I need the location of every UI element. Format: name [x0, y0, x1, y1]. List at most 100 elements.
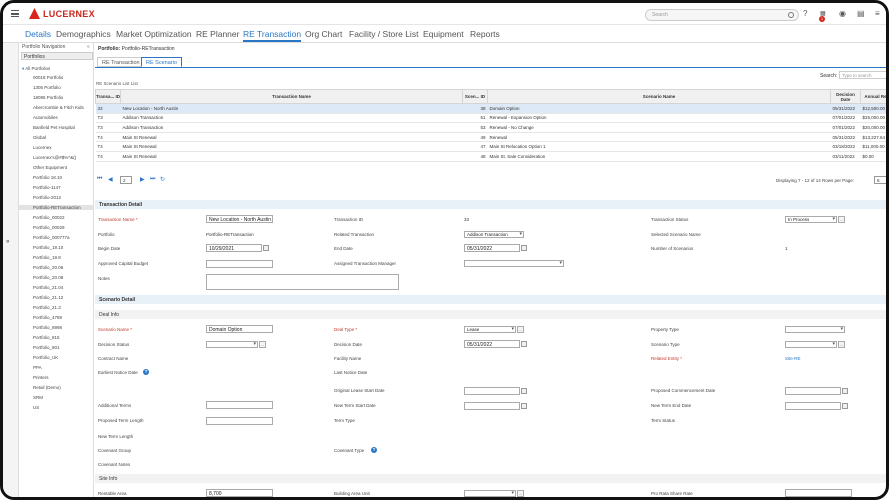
- begin-date-calendar-icon[interactable]: [263, 245, 269, 251]
- sidebar-item[interactable]: 00018 Portfolio: [33, 75, 63, 80]
- sidebar-item[interactable]: Portfolio_20.08: [33, 275, 63, 280]
- orig-lease-start-calendar-icon[interactable]: [521, 388, 527, 394]
- scenario-name-input[interactable]: Domain Option: [206, 325, 273, 333]
- end-date-input[interactable]: 05/31/2022: [464, 244, 520, 252]
- property-type-select[interactable]: [785, 326, 845, 333]
- assigned-manager-select[interactable]: [464, 260, 564, 267]
- decision-date-input[interactable]: 05/31/2022: [464, 340, 520, 348]
- covenant-type-help-icon[interactable]: ?: [371, 447, 377, 453]
- more-menu-icon[interactable]: ≡: [875, 10, 880, 18]
- end-date-calendar-icon[interactable]: [521, 245, 527, 251]
- collapse-icon[interactable]: «: [87, 44, 90, 50]
- rows-per-page-input[interactable]: 6: [874, 176, 886, 184]
- approved-budget-input[interactable]: [206, 260, 273, 268]
- transaction-status-select[interactable]: In Process: [785, 216, 837, 223]
- notes-textarea[interactable]: [206, 274, 399, 290]
- grid-column-header[interactable]: Transa... ID: [95, 89, 121, 104]
- sidebar-item[interactable]: Portfolio_8998: [33, 325, 62, 330]
- related-entity-link[interactable]: Site-RE: [785, 356, 801, 361]
- table-row[interactable]: 33 New Location - North Austin 38 Domain Op…: [95, 103, 886, 114]
- sidebar-item[interactable]: Other Equipment: [33, 165, 67, 170]
- earliest-notice-help-icon[interactable]: ?: [143, 369, 149, 375]
- nav-market-optimization[interactable]: Market Optimization: [116, 29, 192, 39]
- nav-facility-store-list[interactable]: Facility / Store List: [349, 29, 418, 39]
- help-icon[interactable]: ?: [803, 10, 807, 18]
- portfolio-selector[interactable]: Portfolios: [21, 52, 93, 60]
- sidebar-item[interactable]: Portfolio_20.06: [33, 265, 63, 270]
- sidebar-item[interactable]: Portfolio_4788: [33, 315, 62, 320]
- nav-re-transaction[interactable]: RE Transaction: [243, 29, 302, 42]
- first-page-icon[interactable]: ⏮: [97, 176, 102, 183]
- new-term-end-calendar-icon[interactable]: [842, 403, 848, 409]
- nav-equipment[interactable]: Equipment: [423, 29, 464, 39]
- rentable-area-input[interactable]: 8,700: [206, 489, 273, 497]
- deal-type-more-button[interactable]: …: [517, 326, 524, 333]
- nav-demographics[interactable]: Demographics: [56, 29, 111, 39]
- sidebar-item[interactable]: Portfolio_21.3: [33, 305, 61, 310]
- sidebar-item[interactable]: Portfolio-RETransaction: [19, 205, 93, 210]
- decision-status-more-button[interactable]: …: [259, 341, 266, 348]
- eye-icon[interactable]: ◉: [839, 10, 846, 18]
- nav-re-planner[interactable]: RE Planner: [196, 29, 239, 39]
- building-area-unit-more-button[interactable]: …: [517, 490, 524, 497]
- sidebar-item[interactable]: Portfolio_21.04: [33, 285, 63, 290]
- tree-root[interactable]: ▾ All Portfolios: [22, 66, 50, 72]
- nav-org-chart[interactable]: Org Chart: [305, 29, 342, 39]
- sidebar-item[interactable]: Portfolio_000777a: [33, 235, 70, 240]
- sidebar-item[interactable]: Banfield Pet Hospital: [33, 125, 75, 130]
- last-page-icon[interactable]: ⏭: [150, 176, 155, 183]
- table-row[interactable]: T3 Addison Transaction 53 Renewal - No Chan…: [95, 122, 886, 133]
- sidebar-item[interactable]: Portfolio 18.10: [33, 175, 62, 180]
- sidebar-item[interactable]: 1305 Portfolio: [33, 85, 61, 90]
- deal-type-select[interactable]: Lease: [464, 326, 516, 333]
- begin-date-input[interactable]: 10/29/2021: [206, 244, 262, 252]
- chart-icon[interactable]: ▤: [857, 10, 865, 18]
- prev-page-icon[interactable]: ◀: [108, 176, 113, 183]
- sidebar-item[interactable]: Abercrombie & Fitch Kids: [33, 105, 84, 110]
- sidebar-item[interactable]: 18085 Portfolio: [33, 95, 63, 100]
- menu-icon[interactable]: [11, 10, 19, 17]
- additional-terms-input[interactable]: [206, 401, 273, 409]
- expand-icon[interactable]: »: [6, 239, 9, 245]
- sidebar-item[interactable]: Portfolio_19.8: [33, 255, 61, 260]
- grid-column-header[interactable]: Scen... ID: [462, 89, 488, 104]
- scenario-type-more-button[interactable]: …: [838, 341, 845, 348]
- sidebar-item[interactable]: Printers: [33, 375, 49, 380]
- table-row[interactable]: T4 Main St Renewal 47 Main St Relocation Op…: [95, 141, 886, 152]
- sidebar-item[interactable]: Portfolio_UK: [33, 355, 58, 360]
- table-row[interactable]: T3 Addison Transaction 51 Renewal - Expansi…: [95, 113, 886, 124]
- nav-details[interactable]: Details: [25, 29, 51, 39]
- tree-expand-icon[interactable]: ▾: [22, 66, 24, 71]
- sidebar-item[interactable]: Retail (Demo): [33, 385, 61, 390]
- tab-re-transaction[interactable]: RE Transaction: [97, 57, 145, 67]
- new-term-start-calendar-icon[interactable]: [521, 403, 527, 409]
- proposed-term-length-input[interactable]: [206, 417, 273, 425]
- sidebar-item[interactable]: Global: [33, 135, 46, 140]
- pro-rata-input[interactable]: [785, 489, 852, 497]
- table-row[interactable]: T4 Main St Renewal 48 Main St. Sale Conside…: [95, 151, 886, 162]
- sidebar-item[interactable]: SRM: [33, 395, 43, 400]
- sidebar-item[interactable]: PPA: [33, 365, 42, 370]
- sidebar-item[interactable]: US: [33, 405, 39, 410]
- sidebar-item[interactable]: Automobiles: [33, 115, 58, 120]
- transaction-status-more-button[interactable]: …: [838, 216, 845, 223]
- new-term-end-input[interactable]: [785, 402, 841, 410]
- sidebar-item[interactable]: Portfolio_00029: [33, 225, 65, 230]
- global-search-input[interactable]: Search: [645, 9, 799, 21]
- decision-status-select[interactable]: [206, 341, 258, 348]
- grid-column-header[interactable]: Decision Date: [830, 89, 861, 104]
- transaction-name-input[interactable]: New Location - North Austin: [206, 215, 273, 223]
- orig-lease-start-input[interactable]: [464, 387, 520, 395]
- grid-column-header[interactable]: Scenario Name: [487, 89, 831, 104]
- sidebar-item[interactable]: Lucernex's@#$%^&(): [33, 155, 76, 160]
- search-icon[interactable]: [788, 12, 794, 18]
- decision-date-calendar-icon[interactable]: [521, 341, 527, 347]
- building-area-unit-select[interactable]: [464, 490, 516, 497]
- sidebar-item[interactable]: Portfolio_801: [33, 345, 60, 350]
- proposed-commencement-input[interactable]: [785, 387, 841, 395]
- tab-re-scenario[interactable]: RE Scenario: [141, 57, 182, 67]
- sidebar-item[interactable]: Portfolio-1147: [33, 185, 61, 190]
- page-number-input[interactable]: 2: [120, 176, 132, 184]
- refresh-icon[interactable]: ↻: [160, 176, 165, 183]
- table-row[interactable]: T4 Main St Renewal 49 Renewal 05/31/2022 $13,…: [95, 132, 886, 143]
